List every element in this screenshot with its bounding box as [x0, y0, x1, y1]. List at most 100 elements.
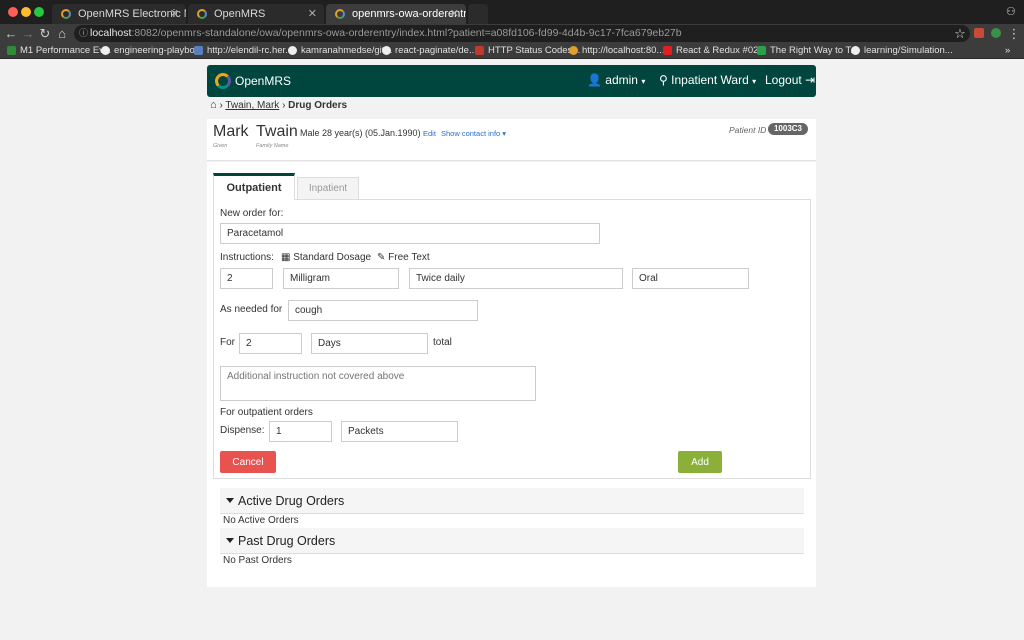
close-tab-icon[interactable]: ✕: [450, 4, 459, 24]
new-order-label: New order for:: [220, 208, 284, 219]
user-icon: 👤: [587, 73, 602, 87]
bookmark-label: React & Redux #02...: [676, 45, 767, 56]
browser-menu-icon[interactable]: ⋮: [1006, 25, 1022, 42]
incognito-icon: ⚇: [1006, 6, 1016, 18]
sign-out-icon: ⇥: [805, 73, 816, 87]
bookmark-item[interactable]: M1 Performance Ev...: [7, 43, 111, 59]
patient-given-name: Mark: [213, 123, 249, 140]
additional-instructions-textarea[interactable]: [220, 366, 536, 401]
minimize-window-button[interactable]: [21, 7, 31, 17]
bookmark-item[interactable]: The Right Way to T...: [757, 43, 858, 59]
bookmark-label: engineering-playbo...: [114, 45, 203, 56]
caret-down-icon: [226, 498, 234, 503]
url-input[interactable]: ⓘ localhost:8082/openmrs-standalone/owa/…: [74, 25, 970, 42]
close-window-button[interactable]: [8, 7, 18, 17]
maximize-window-button[interactable]: [34, 7, 44, 17]
as-needed-label: As needed for: [220, 304, 283, 315]
add-button[interactable]: Add: [678, 451, 722, 473]
bookmark-label: learning/Simulation...: [864, 45, 953, 56]
past-drug-orders-header[interactable]: Past Drug Orders: [220, 528, 804, 554]
location-name: Inpatient Ward: [671, 73, 749, 87]
brand-name[interactable]: OpenMRS: [235, 74, 291, 88]
dose-unit-select[interactable]: [283, 268, 399, 289]
dose-input[interactable]: [220, 268, 273, 289]
dispense-label: Dispense:: [220, 425, 265, 436]
bookmark-label: The Right Way to T...: [770, 45, 859, 56]
free-text-option[interactable]: ✎ Free Text: [377, 252, 430, 263]
bookmark-item[interactable]: http://elendil-rc.her...: [194, 43, 293, 59]
bookmarks-overflow-label: »: [1005, 45, 1011, 56]
extension-icon[interactable]: [991, 28, 1001, 38]
bookmark-label: http://localhost:80...: [582, 45, 665, 56]
info-icon: ⓘ: [79, 28, 89, 38]
user-name: admin: [605, 73, 638, 87]
browser-address-bar: ← → ↻ ⌂ ⓘ localhost:8082/openmrs-standal…: [0, 24, 1024, 43]
forward-arrow-icon[interactable]: →: [20, 25, 36, 42]
location-menu[interactable]: ⚲ Inpatient Ward ▾: [659, 73, 756, 87]
extension-icon[interactable]: [974, 28, 984, 38]
close-tab-icon[interactable]: ✕: [170, 4, 179, 24]
bookmark-item[interactable]: react-paginate/de...: [382, 43, 477, 59]
close-tab-icon[interactable]: ✕: [308, 4, 317, 24]
show-contact-info-link[interactable]: Show contact info ▾: [441, 129, 506, 138]
bookmark-item[interactable]: React & Redux #02...: [663, 43, 766, 59]
standard-dosage-label: Standard Dosage: [293, 252, 372, 263]
route-select[interactable]: [632, 268, 749, 289]
user-menu[interactable]: 👤 admin ▾: [587, 73, 645, 87]
active-drug-orders-title: Active Drug Orders: [238, 494, 345, 508]
url-path: :8082/openmrs-standalone/owa/openmrs-owa…: [131, 27, 682, 39]
as-needed-input[interactable]: [288, 300, 478, 321]
browser-tab-title: OpenMRS: [214, 8, 266, 20]
dispense-quantity-input[interactable]: [269, 421, 332, 442]
bookmark-star-icon[interactable]: ☆: [952, 25, 968, 42]
bookmark-label: HTTP Status Codes...: [488, 45, 581, 56]
cancel-button[interactable]: Cancel: [220, 451, 276, 473]
tab-inpatient-label: Inpatient: [308, 183, 348, 194]
tab-inpatient[interactable]: Inpatient: [297, 177, 359, 200]
edit-icon: ✎: [377, 252, 386, 263]
logout-link[interactable]: Logout ⇥: [765, 73, 815, 87]
outpatient-orders-label: For outpatient orders: [220, 407, 313, 418]
browser-tab-3[interactable]: openmrs-owa-orderentry ✕: [326, 4, 466, 24]
bookmark-label: M1 Performance Ev...: [20, 45, 112, 56]
app-header: OpenMRS 👤 admin ▾ ⚲ Inpatient Ward ▾ Log…: [207, 65, 816, 97]
bookmarks-overflow-button[interactable]: »: [1005, 43, 1010, 59]
bookmark-item[interactable]: HTTP Status Codes...: [475, 43, 580, 59]
openmrs-logo-icon[interactable]: [215, 73, 231, 89]
tab-outpatient[interactable]: Outpatient: [213, 173, 295, 200]
standard-dosage-option[interactable]: ▦ Standard Dosage: [281, 252, 371, 263]
active-drug-orders-header[interactable]: Active Drug Orders: [220, 488, 804, 514]
duration-unit-select[interactable]: [311, 333, 428, 354]
logout-label: Logout: [765, 73, 802, 87]
caret-down-icon: [226, 538, 234, 543]
edit-patient-link[interactable]: Edit: [423, 129, 436, 138]
drug-search-input[interactable]: [220, 223, 600, 244]
browser-tab-bar: OpenMRS Electronic Medical R ✕ OpenMRS ✕…: [0, 0, 1024, 24]
patient-id-badge: 1003C3: [768, 123, 808, 135]
family-name-label: Family Name: [256, 143, 289, 149]
browser-tab-2[interactable]: OpenMRS ✕: [188, 4, 324, 24]
bookmark-item[interactable]: learning/Simulation...: [851, 43, 953, 59]
patient-family-name: Twain: [256, 123, 298, 140]
back-arrow-icon[interactable]: ←: [3, 25, 19, 42]
bookmarks-bar: M1 Performance Ev... engineering-playbo.…: [0, 43, 1024, 59]
home-icon[interactable]: ⌂: [54, 25, 70, 42]
openmrs-favicon-icon: [197, 9, 207, 19]
bookmark-item[interactable]: http://localhost:80...: [569, 43, 664, 59]
new-tab-button[interactable]: [468, 4, 488, 24]
free-text-label: Free Text: [388, 252, 430, 263]
dispense-unit-select[interactable]: [341, 421, 458, 442]
breadcrumb-patient-link[interactable]: Twain, Mark: [225, 100, 279, 111]
no-active-orders-text: No Active Orders: [223, 515, 299, 526]
reload-icon[interactable]: ↻: [37, 25, 53, 42]
bookmark-item[interactable]: kamranahmedse/git...: [288, 43, 392, 59]
home-icon[interactable]: ⌂: [210, 99, 217, 111]
duration-input[interactable]: [239, 333, 302, 354]
bookmark-item[interactable]: engineering-playbo...: [101, 43, 203, 59]
order-entry-panel: Outpatient Inpatient New order for: Inst…: [207, 162, 816, 587]
tab-outpatient-label: Outpatient: [226, 182, 282, 194]
browser-tab-1[interactable]: OpenMRS Electronic Medical R ✕: [52, 4, 186, 24]
caret-down-icon: ▾: [502, 129, 507, 138]
bookmark-label: http://elendil-rc.her...: [207, 45, 294, 56]
frequency-select[interactable]: [409, 268, 623, 289]
